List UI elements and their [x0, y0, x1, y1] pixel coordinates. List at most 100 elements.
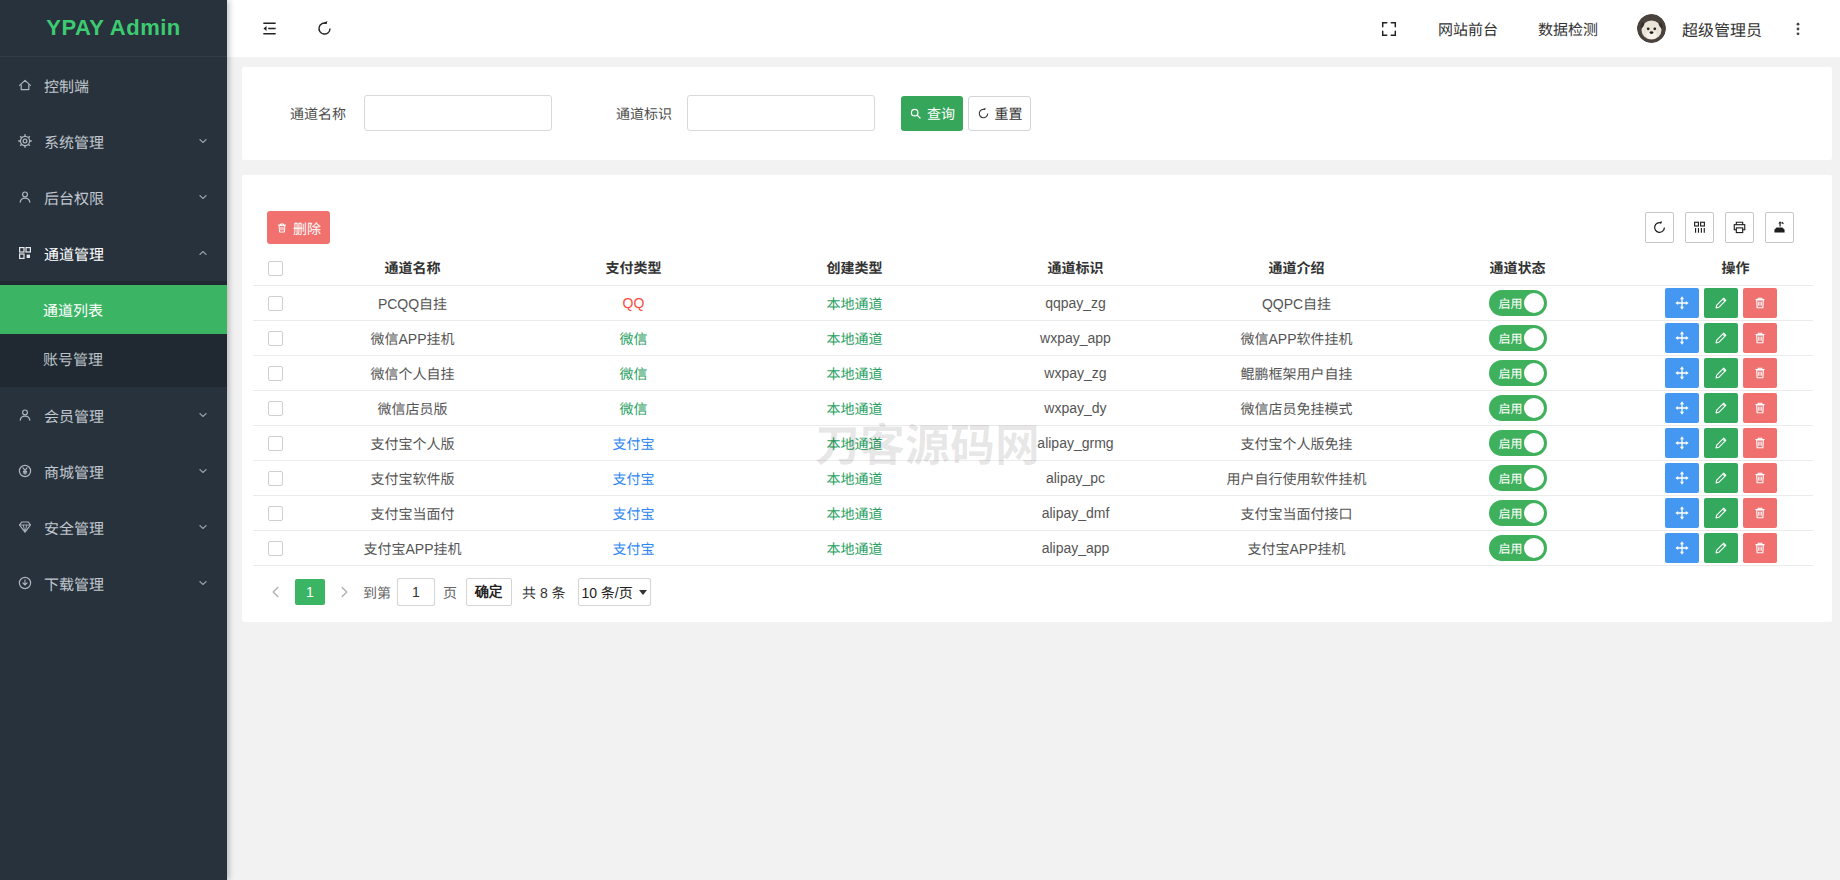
row-checkbox[interactable] — [268, 471, 283, 486]
cell-desc: 支付宝当面付接口 — [1186, 495, 1407, 530]
table-refresh-button[interactable] — [1645, 212, 1674, 243]
cell-pay-type[interactable]: 支付宝 — [523, 530, 744, 565]
edit-row-button[interactable] — [1704, 288, 1738, 318]
status-toggle[interactable]: 启用 — [1489, 360, 1547, 386]
current-page-button[interactable]: 1 — [295, 579, 325, 605]
delete-row-button[interactable] — [1743, 393, 1777, 423]
table-export-button[interactable] — [1765, 212, 1794, 243]
delete-row-button[interactable] — [1743, 498, 1777, 528]
row-checkbox[interactable] — [268, 331, 283, 346]
sidebar-subitem[interactable]: 账号管理 — [0, 334, 227, 383]
cell-pay-type[interactable]: 支付宝 — [523, 425, 744, 460]
cell-create-type[interactable]: 本地通道 — [744, 285, 965, 320]
fullscreen-icon[interactable] — [1380, 20, 1398, 38]
sidebar-item-6[interactable]: 安全管理 — [0, 499, 227, 555]
move-row-button[interactable] — [1665, 428, 1699, 458]
move-row-button[interactable] — [1665, 393, 1699, 423]
toggle-knob — [1524, 328, 1544, 348]
page-size-select[interactable]: 10 条/页 — [578, 578, 651, 606]
query-button[interactable]: 查询 — [901, 96, 963, 131]
move-row-button[interactable] — [1665, 498, 1699, 528]
cell-pay-type[interactable]: 微信 — [523, 355, 744, 390]
move-row-button[interactable] — [1665, 323, 1699, 353]
cell-desc: 支付宝个人版免挂 — [1186, 425, 1407, 460]
row-checkbox[interactable] — [268, 296, 283, 311]
cell-pay-type[interactable]: QQ — [523, 285, 744, 320]
sidebar-item-3[interactable]: 通道管理 — [0, 225, 227, 281]
delete-row-button[interactable] — [1743, 323, 1777, 353]
prev-page-icon[interactable] — [269, 585, 283, 599]
move-row-button[interactable] — [1665, 288, 1699, 318]
delete-row-button[interactable] — [1743, 428, 1777, 458]
cell-name: 支付宝APP挂机 — [302, 530, 523, 565]
frontend-link[interactable]: 网站前台 — [1438, 18, 1498, 39]
delete-row-button[interactable] — [1743, 463, 1777, 493]
goto-confirm-button[interactable]: 确定 — [466, 578, 512, 606]
username[interactable]: 超级管理员 — [1682, 17, 1762, 41]
edit-row-button[interactable] — [1704, 463, 1738, 493]
delete-button[interactable]: 删除 — [267, 211, 330, 244]
table-row: 微信个人自挂 微信 本地通道 wxpay_zg 鲲鹏框架用户自挂 启用 — [253, 355, 1813, 390]
collapse-sidebar-icon[interactable] — [261, 20, 278, 37]
status-toggle[interactable]: 启用 — [1489, 465, 1547, 491]
status-toggle[interactable]: 启用 — [1489, 395, 1547, 421]
more-menu-icon[interactable] — [1790, 21, 1806, 37]
sidebar-item-7[interactable]: 下载管理 — [0, 555, 227, 611]
status-toggle[interactable]: 启用 — [1489, 535, 1547, 561]
edit-row-button[interactable] — [1704, 533, 1738, 563]
cell-create-type[interactable]: 本地通道 — [744, 390, 965, 425]
channel-name-input[interactable] — [364, 95, 552, 131]
export-icon — [1772, 220, 1787, 235]
row-checkbox[interactable] — [268, 366, 283, 381]
goto-page-input[interactable] — [397, 578, 435, 606]
row-checkbox[interactable] — [268, 436, 283, 451]
row-checkbox[interactable] — [268, 506, 283, 521]
edit-row-button[interactable] — [1704, 393, 1738, 423]
cell-pay-type[interactable]: 微信 — [523, 320, 744, 355]
refresh-page-icon[interactable] — [316, 20, 333, 37]
channel-code-input[interactable] — [687, 95, 875, 131]
delete-row-button[interactable] — [1743, 288, 1777, 318]
sidebar-subitem[interactable]: 通道列表 — [0, 285, 227, 334]
delete-row-button[interactable] — [1743, 358, 1777, 388]
select-all-checkbox[interactable] — [268, 261, 283, 276]
trash-icon — [276, 222, 288, 234]
cell-pay-type[interactable]: 微信 — [523, 390, 744, 425]
cell-create-type[interactable]: 本地通道 — [744, 355, 965, 390]
cell-pay-type[interactable]: 支付宝 — [523, 460, 744, 495]
status-toggle[interactable]: 启用 — [1489, 500, 1547, 526]
cell-create-type[interactable]: 本地通道 — [744, 320, 965, 355]
goto-prefix: 到第 — [363, 582, 391, 602]
cell-create-type[interactable]: 本地通道 — [744, 530, 965, 565]
edit-row-button[interactable] — [1704, 323, 1738, 353]
table-print-button[interactable] — [1725, 212, 1754, 243]
move-row-button[interactable] — [1665, 358, 1699, 388]
sidebar-item-5[interactable]: 商城管理 — [0, 443, 227, 499]
reset-button[interactable]: 重置 — [968, 96, 1031, 131]
status-toggle[interactable]: 启用 — [1489, 430, 1547, 456]
edit-row-button[interactable] — [1704, 498, 1738, 528]
table-columns-button[interactable] — [1685, 212, 1714, 243]
sidebar-item-2[interactable]: 后台权限 — [0, 169, 227, 225]
cell-pay-type[interactable]: 支付宝 — [523, 495, 744, 530]
delete-row-button[interactable] — [1743, 533, 1777, 563]
data-check-link[interactable]: 数据检测 — [1538, 18, 1598, 39]
status-toggle[interactable]: 启用 — [1489, 325, 1547, 351]
status-toggle[interactable]: 启用 — [1489, 290, 1547, 316]
edit-row-button[interactable] — [1704, 358, 1738, 388]
avatar[interactable] — [1637, 14, 1666, 43]
sidebar-nav: 控制端 系统管理 后台权限 通道管理 通道列表账号管理 会员管理 商城管理 安全… — [0, 57, 227, 611]
cell-create-type[interactable]: 本地通道 — [744, 495, 965, 530]
yuan-icon — [17, 463, 33, 479]
move-row-button[interactable] — [1665, 533, 1699, 563]
row-checkbox[interactable] — [268, 401, 283, 416]
edit-row-button[interactable] — [1704, 428, 1738, 458]
sidebar-item-4[interactable]: 会员管理 — [0, 387, 227, 443]
sidebar-item-1[interactable]: 系统管理 — [0, 113, 227, 169]
move-row-button[interactable] — [1665, 463, 1699, 493]
row-checkbox[interactable] — [268, 541, 283, 556]
cell-create-type[interactable]: 本地通道 — [744, 460, 965, 495]
next-page-icon[interactable] — [337, 585, 351, 599]
cell-create-type[interactable]: 本地通道 — [744, 425, 965, 460]
sidebar-item-0[interactable]: 控制端 — [0, 57, 227, 113]
